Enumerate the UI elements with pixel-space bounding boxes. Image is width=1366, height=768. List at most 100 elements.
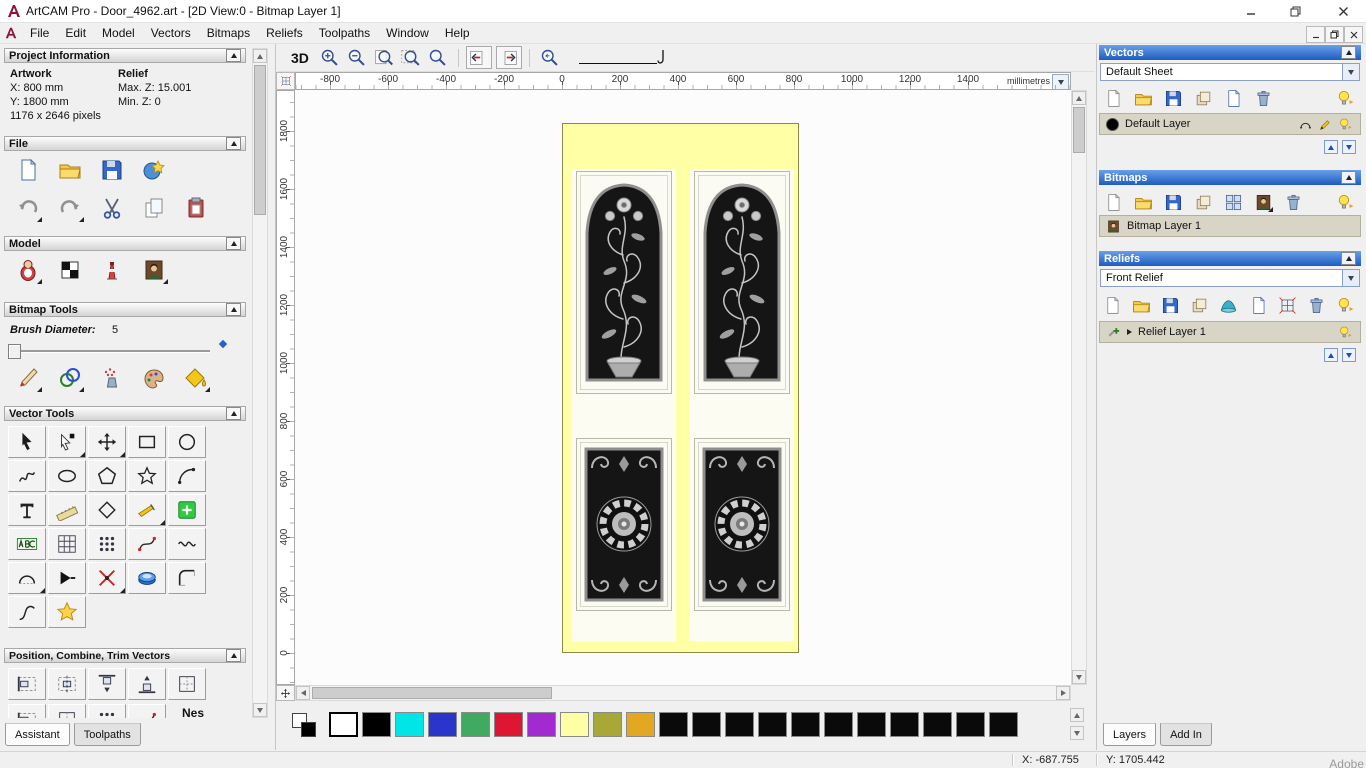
assistant-scrollbar[interactable] <box>252 48 268 718</box>
zoom-page-icon[interactable] <box>371 46 397 70</box>
expander-icon[interactable] <box>1127 329 1132 335</box>
trim-icon[interactable] <box>88 562 126 594</box>
align-left-icon[interactable] <box>8 668 46 700</box>
align-top-icon[interactable] <box>88 668 126 700</box>
palette-swatch-10[interactable] <box>659 712 688 737</box>
collapse-button[interactable] <box>226 237 241 250</box>
ruler-unit-dropdown[interactable] <box>1052 74 1069 90</box>
save-icon[interactable] <box>98 156 126 184</box>
polygon-icon[interactable] <box>88 460 126 492</box>
wave-icon[interactable] <box>168 528 206 560</box>
dots-icon[interactable] <box>88 704 126 718</box>
vector-layer-row[interactable]: Default Layer <box>1099 113 1361 135</box>
bulb-toggle-icon[interactable] <box>1337 324 1354 341</box>
scroll-down-button[interactable] <box>253 703 267 717</box>
tab-toolpaths[interactable]: Toolpaths <box>73 723 141 746</box>
rect-icon[interactable] <box>128 426 166 458</box>
open-folder-icon[interactable] <box>1133 192 1153 212</box>
palette-icon[interactable] <box>140 364 168 392</box>
brush-slider-handle[interactable] <box>8 344 21 359</box>
new-sheet-icon[interactable] <box>1103 192 1123 212</box>
new-sheet-icon[interactable] <box>1103 295 1122 315</box>
transform-grid-icon[interactable] <box>1278 295 1297 315</box>
palette-swatch-13[interactable] <box>758 712 787 737</box>
palette-swatch-9[interactable] <box>626 712 655 737</box>
restore-button[interactable] <box>1278 0 1312 22</box>
snap-right-icon[interactable] <box>495 46 522 69</box>
tab-add-in[interactable]: Add In <box>1160 723 1212 746</box>
chevron-down-icon[interactable] <box>1342 64 1359 80</box>
swap-colors-icon[interactable] <box>291 712 321 739</box>
paste-red-icon[interactable] <box>182 194 210 222</box>
palette-swatch-2[interactable] <box>395 712 424 737</box>
new-page-icon[interactable] <box>1223 88 1243 108</box>
canvas-hscroll-thumb[interactable] <box>312 687 552 699</box>
tab-assistant[interactable]: Assistant <box>5 723 70 746</box>
monalisa-icon[interactable] <box>1253 192 1273 212</box>
palette-swatch-20[interactable] <box>989 712 1018 737</box>
draw-circles-icon[interactable] <box>56 364 84 392</box>
palette-swatch-5[interactable] <box>494 712 523 737</box>
zoom-prev-icon[interactable] <box>537 46 563 70</box>
relief-selector[interactable]: Front Relief <box>1100 269 1360 287</box>
snap-left-icon[interactable] <box>465 46 492 69</box>
canvas-corner-button[interactable] <box>276 685 295 701</box>
close-button[interactable] <box>1326 0 1360 22</box>
model-lighthouse-icon[interactable] <box>98 256 126 284</box>
relief-3d-icon[interactable] <box>1219 295 1238 315</box>
align-center-icon[interactable] <box>48 668 86 700</box>
curve-dots-icon[interactable] <box>128 528 166 560</box>
collapse-button[interactable] <box>226 649 241 662</box>
canvas-scroll-down[interactable] <box>1072 670 1086 684</box>
cut-icon[interactable] <box>98 194 126 222</box>
contour-icon[interactable] <box>1297 116 1314 133</box>
merge-icon[interactable] <box>1193 192 1213 212</box>
new-page-icon[interactable] <box>14 156 42 184</box>
minimize-button[interactable] <box>1234 0 1268 22</box>
palette-scroll-up[interactable] <box>1070 708 1084 722</box>
palette-swatch-11[interactable] <box>692 712 721 737</box>
node-edit-icon[interactable] <box>48 426 86 458</box>
collapse-button[interactable] <box>226 303 241 316</box>
palette-swatch-4[interactable] <box>461 712 490 737</box>
collapse-button[interactable] <box>226 49 241 62</box>
copy-grid-icon[interactable] <box>1223 192 1243 212</box>
open-folder-icon[interactable] <box>56 156 84 184</box>
palette-scroll-down[interactable] <box>1070 726 1084 740</box>
disc-icon[interactable] <box>128 562 166 594</box>
align-bottom-icon[interactable] <box>128 668 166 700</box>
palette-swatch-0[interactable] <box>329 712 358 737</box>
zoom-fit-icon[interactable] <box>398 46 424 70</box>
menu-vectors[interactable]: Vectors <box>143 24 199 42</box>
canvas-scroll-up[interactable] <box>1072 91 1086 105</box>
profile-icon[interactable] <box>8 596 46 628</box>
bulb-toggle-icon[interactable] <box>1337 116 1354 133</box>
new-page-icon[interactable] <box>1249 295 1268 315</box>
ruler-origin-button[interactable] <box>276 72 295 90</box>
zoom-in-icon[interactable] <box>317 46 343 70</box>
merge-icon[interactable] <box>1193 88 1213 108</box>
arc2-icon[interactable] <box>8 562 46 594</box>
canvas-2d-view[interactable] <box>295 90 1071 685</box>
align-corner-icon[interactable] <box>48 704 86 718</box>
canvas-hscrollbar[interactable] <box>295 685 1071 701</box>
palette-swatch-19[interactable] <box>956 712 985 737</box>
select-arrow-icon[interactable] <box>8 426 46 458</box>
mdi-close-button[interactable] <box>1344 26 1363 43</box>
measure-icon[interactable] <box>48 494 86 526</box>
ellipse-icon[interactable] <box>48 460 86 492</box>
freehand-icon[interactable] <box>8 460 46 492</box>
move-relief-up-button[interactable] <box>1324 348 1338 362</box>
star-icon[interactable] <box>128 460 166 492</box>
arrow-right-icon[interactable] <box>48 562 86 594</box>
save-icon[interactable] <box>1163 192 1183 212</box>
text-icon[interactable] <box>8 494 46 526</box>
trash-icon[interactable] <box>1253 88 1273 108</box>
palette-swatch-15[interactable] <box>824 712 853 737</box>
scroll-thumb[interactable] <box>254 65 266 215</box>
new-sheet-icon[interactable] <box>1103 88 1123 108</box>
align-corner-icon[interactable] <box>168 668 206 700</box>
collapse-button[interactable] <box>226 137 241 150</box>
bulb-toggle-icon[interactable] <box>1335 192 1355 212</box>
palette-swatch-8[interactable] <box>593 712 622 737</box>
